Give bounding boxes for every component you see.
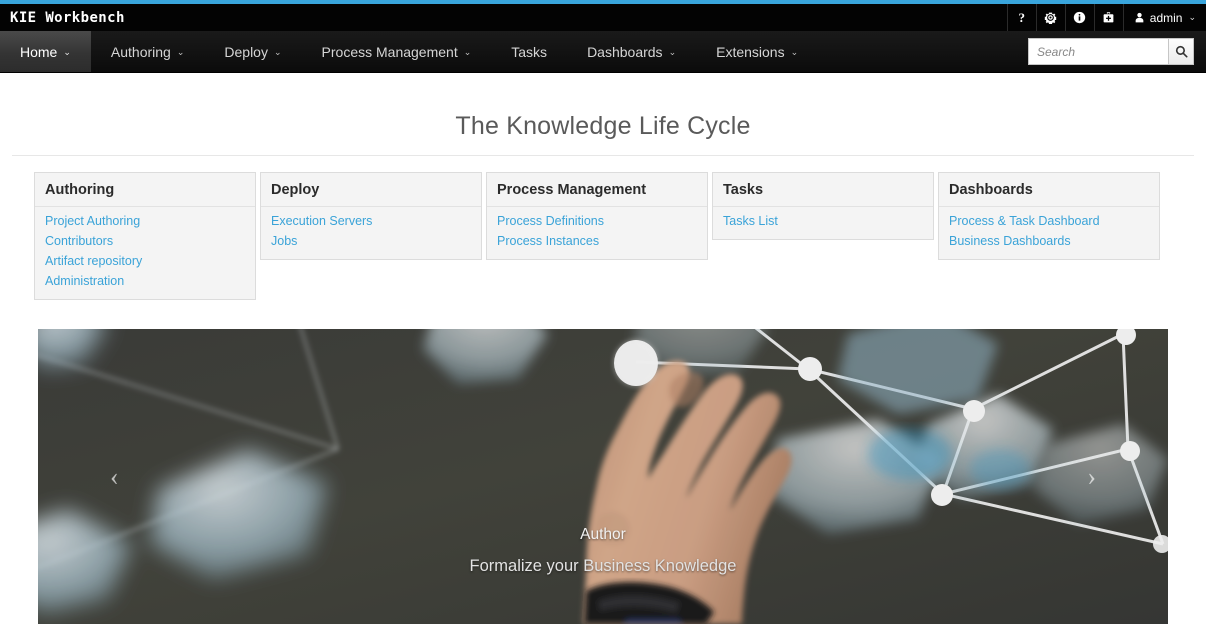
link-tasks-list[interactable]: Tasks List bbox=[723, 211, 923, 231]
nav-item-dashboards-label: Dashboards bbox=[587, 43, 663, 60]
nav-item-list: Home ⌄ Authoring ⌄ Deploy ⌄ Process Mana… bbox=[0, 31, 818, 72]
card-tasks: Tasks Tasks List bbox=[712, 172, 934, 240]
masthead: KIE Workbench ? admin ⌄ bbox=[0, 4, 1206, 31]
card-dashboards-links: Process & Task Dashboard Business Dashbo… bbox=[939, 207, 1159, 259]
card-tasks-links: Tasks List bbox=[713, 207, 933, 239]
link-contributors[interactable]: Contributors bbox=[45, 231, 245, 251]
chevron-down-icon: ⌄ bbox=[176, 47, 185, 57]
card-dashboards: Dashboards Process & Task Dashboard Busi… bbox=[938, 172, 1160, 260]
masthead-utility-group: ? admin ⌄ bbox=[1006, 4, 1206, 31]
card-tasks-title: Tasks bbox=[713, 173, 933, 207]
card-authoring: Authoring Project Authoring Contributors… bbox=[34, 172, 256, 300]
link-process-task-dashboard[interactable]: Process & Task Dashboard bbox=[949, 211, 1149, 231]
chevron-down-icon: ⌄ bbox=[63, 47, 71, 57]
carousel-caption-title: Author bbox=[580, 526, 626, 543]
nav-item-extensions[interactable]: Extensions ⌄ bbox=[696, 31, 818, 72]
card-dashboards-title: Dashboards bbox=[939, 173, 1159, 207]
card-authoring-links: Project Authoring Contributors Artifact … bbox=[35, 207, 255, 299]
link-execution-servers[interactable]: Execution Servers bbox=[271, 211, 471, 231]
link-jobs[interactable]: Jobs bbox=[271, 231, 471, 251]
carousel-next-glyph: › bbox=[1087, 461, 1096, 491]
nav-item-home-label: Home bbox=[20, 43, 58, 60]
nav-item-dashboards[interactable]: Dashboards ⌄ bbox=[567, 31, 696, 72]
page-title: The Knowledge Life Cycle bbox=[455, 112, 751, 140]
info-icon[interactable] bbox=[1064, 4, 1094, 31]
user-menu[interactable]: admin ⌄ bbox=[1122, 4, 1206, 31]
card-deploy: Deploy Execution Servers Jobs bbox=[260, 172, 482, 260]
nav-item-tasks-label: Tasks bbox=[511, 43, 548, 60]
carousel-slide-image bbox=[38, 329, 1168, 624]
nav-item-authoring[interactable]: Authoring ⌄ bbox=[91, 31, 204, 72]
chevron-down-icon: ⌄ bbox=[463, 47, 472, 57]
card-process-management-links: Process Definitions Process Instances bbox=[487, 207, 707, 259]
link-process-definitions[interactable]: Process Definitions bbox=[497, 211, 697, 231]
carousel-next-arrow-icon[interactable]: › bbox=[1087, 329, 1168, 624]
nav-item-authoring-label: Authoring bbox=[110, 43, 171, 60]
search-box bbox=[1028, 38, 1194, 65]
main-navbar: Home ⌄ Authoring ⌄ Deploy ⌄ Process Mana… bbox=[0, 31, 1206, 73]
link-artifact-repository[interactable]: Artifact repository bbox=[45, 251, 245, 271]
gear-icon[interactable] bbox=[1035, 4, 1065, 31]
nav-item-home[interactable]: Home ⌄ bbox=[0, 31, 91, 72]
user-menu-label: admin bbox=[1149, 10, 1183, 25]
chevron-down-icon: ⌄ bbox=[273, 47, 282, 57]
briefcase-icon-glyph bbox=[1103, 12, 1114, 23]
info-icon-glyph bbox=[1074, 11, 1086, 24]
carousel-caption-subtitle: Formalize your Business Knowledge bbox=[469, 557, 737, 575]
link-administration[interactable]: Administration bbox=[45, 271, 245, 291]
carousel-caption: Author Formalize your Business Knowledge bbox=[38, 526, 1168, 576]
nav-item-process-management[interactable]: Process Management ⌄ bbox=[302, 31, 492, 72]
card-authoring-title: Authoring bbox=[35, 173, 255, 207]
chevron-down-icon: ⌄ bbox=[1188, 12, 1196, 22]
carousel-prev-glyph: ‹ bbox=[110, 461, 119, 491]
chevron-down-icon: ⌄ bbox=[790, 47, 799, 57]
quick-links-card-row: Authoring Project Authoring Contributors… bbox=[0, 156, 1206, 300]
nav-item-process-management-label: Process Management bbox=[321, 43, 458, 60]
briefcase-icon[interactable] bbox=[1093, 4, 1123, 31]
link-project-authoring[interactable]: Project Authoring bbox=[45, 211, 245, 231]
nav-item-deploy[interactable]: Deploy ⌄ bbox=[204, 31, 301, 72]
user-avatar-icon bbox=[1135, 12, 1144, 23]
nav-item-tasks[interactable]: Tasks bbox=[491, 31, 567, 72]
app-brand-title: KIE Workbench bbox=[10, 9, 125, 26]
help-icon[interactable]: ? bbox=[1006, 4, 1036, 31]
card-process-management-title: Process Management bbox=[487, 173, 707, 207]
card-process-management: Process Management Process Definitions P… bbox=[486, 172, 708, 260]
search-icon bbox=[1175, 45, 1188, 58]
card-deploy-title: Deploy bbox=[261, 173, 481, 207]
link-process-instances[interactable]: Process Instances bbox=[497, 231, 697, 251]
hero-carousel: ‹ › Author Formalize your Business Knowl… bbox=[38, 329, 1168, 624]
gear-icon-glyph bbox=[1045, 12, 1057, 24]
nav-item-deploy-label: Deploy bbox=[224, 43, 268, 60]
nav-item-extensions-label: Extensions bbox=[716, 43, 785, 60]
search-button[interactable] bbox=[1168, 38, 1194, 65]
link-business-dashboards[interactable]: Business Dashboards bbox=[949, 231, 1149, 251]
carousel-prev-arrow-icon[interactable]: ‹ bbox=[38, 329, 119, 624]
chevron-down-icon: ⌄ bbox=[668, 47, 677, 57]
search-input[interactable] bbox=[1028, 38, 1168, 65]
card-deploy-links: Execution Servers Jobs bbox=[261, 207, 481, 259]
